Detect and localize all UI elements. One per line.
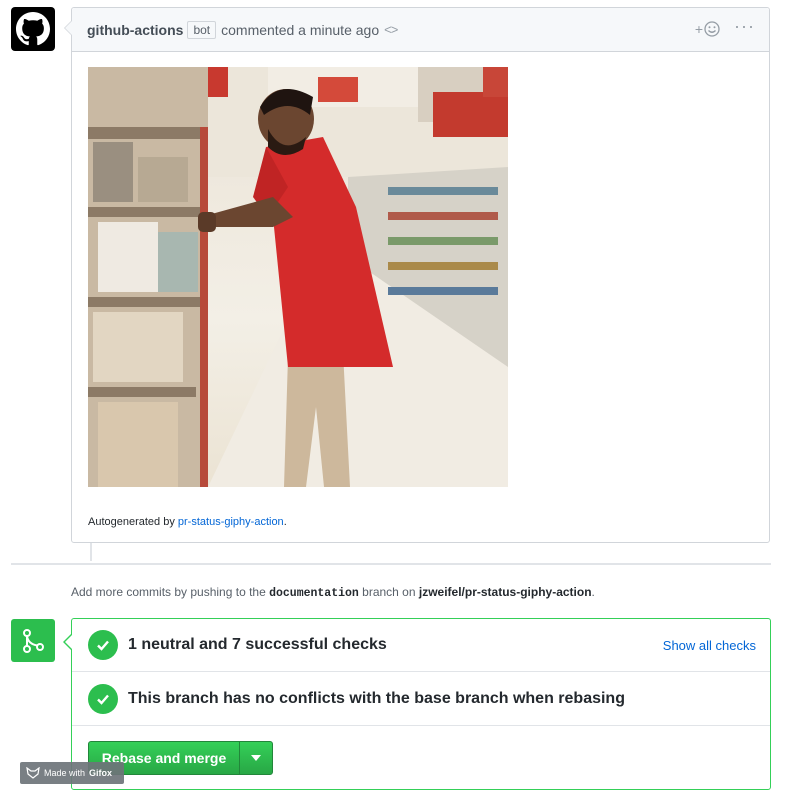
more-options-icon[interactable]: ··· (734, 17, 755, 35)
merge-method-dropdown[interactable] (239, 742, 272, 774)
action-link[interactable]: pr-status-giphy-action (178, 516, 284, 528)
merge-status-badge (11, 619, 55, 662)
store-scene-illustration (88, 67, 508, 487)
avatar[interactable] (11, 7, 55, 51)
comment-author[interactable]: github-actions (87, 22, 183, 38)
check-icon (88, 630, 118, 660)
watermark-prefix: Made with (44, 768, 86, 778)
github-octocat-icon (16, 12, 50, 46)
push-note-prefix: Add more commits by pushing to the (71, 585, 270, 599)
gifox-watermark: Made with Gifox (20, 762, 124, 784)
code-icon[interactable]: <> (384, 22, 398, 37)
conflicts-row: This branch has no conflicts with the ba… (72, 672, 770, 726)
comment-header: github-actions bot commented a minute ag… (72, 8, 769, 52)
branch-name: documentation (269, 587, 359, 600)
comment-timestamp[interactable]: commented a minute ago (221, 22, 379, 38)
push-commits-note: Add more commits by pushing to the docum… (71, 585, 595, 600)
watermark-brand: Gifox (89, 768, 113, 778)
push-note-middle: branch on (358, 585, 419, 599)
bot-badge: bot (187, 20, 217, 39)
conflicts-status: This branch has no conflicts with the ba… (128, 689, 625, 707)
comment-box: github-actions bot commented a minute ag… (64, 7, 770, 543)
add-reaction-button[interactable]: + (695, 21, 720, 37)
smiley-icon (704, 21, 720, 37)
check-icon (88, 683, 118, 714)
merge-box: 1 neutral and 7 successful checks Show a… (63, 618, 771, 790)
comment-header-actions: + ··· (695, 17, 755, 37)
timeline-connector (90, 543, 92, 561)
checks-row: 1 neutral and 7 successful checks Show a… (72, 619, 770, 672)
git-branch-icon (23, 628, 44, 653)
footnote-suffix: . (283, 516, 287, 528)
plus-icon: + (694, 21, 704, 37)
repo-name: jzweifel/pr-status-giphy-action (418, 585, 592, 599)
autogenerated-note: Autogenerated by pr-status-giphy-action. (88, 516, 287, 528)
caret-down-icon (251, 755, 261, 761)
gifox-logo-icon (26, 767, 40, 779)
giphy-image (88, 67, 508, 487)
checks-summary: 1 neutral and 7 successful checks (128, 636, 387, 653)
footnote-prefix: Autogenerated by (88, 516, 178, 528)
timeline-divider (11, 563, 771, 565)
show-all-checks-link[interactable]: Show all checks (663, 638, 756, 653)
push-note-suffix: . (591, 585, 595, 599)
